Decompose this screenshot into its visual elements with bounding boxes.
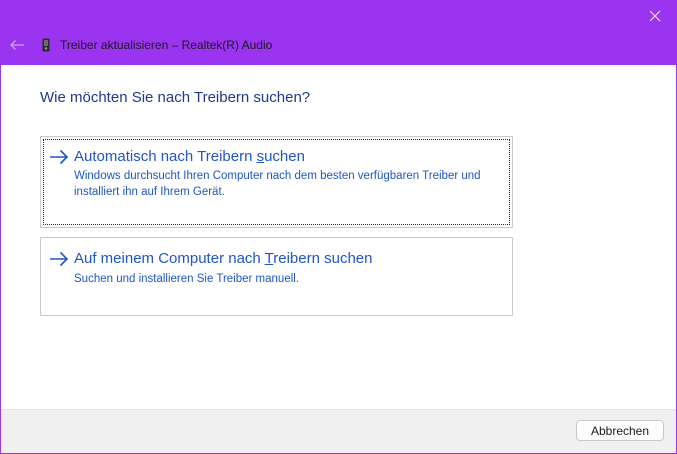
option-title: Auf meinem Computer nach Treibern suchen <box>74 250 373 267</box>
search-automatically-option[interactable]: Automatisch nach Treibern suchen Windows… <box>40 136 513 228</box>
page-heading: Wie möchten Sie nach Treibern suchen? <box>40 89 311 106</box>
dialog-footer: Abbrechen <box>1 409 676 453</box>
cancel-button[interactable]: Abbrechen <box>576 420 664 441</box>
arrow-right-icon <box>50 251 69 267</box>
browse-computer-option[interactable]: Auf meinem Computer nach Treibern suchen… <box>40 237 513 316</box>
title-bar: Treiber aktualisieren – Realtek(R) Audio <box>1 0 676 65</box>
option-description: Suchen und installieren Sie Treiber manu… <box>74 273 300 285</box>
close-button[interactable] <box>632 0 676 32</box>
arrow-right-icon <box>50 149 69 165</box>
back-button[interactable] <box>7 36 27 54</box>
option-description: Windows durchsucht Ihren Computer nach d… <box>74 170 481 198</box>
close-icon <box>649 10 661 22</box>
device-icon <box>41 38 51 52</box>
window-title: Treiber aktualisieren – Realtek(R) Audio <box>60 38 273 52</box>
driver-update-dialog: Treiber aktualisieren – Realtek(R) Audio… <box>0 0 677 454</box>
option-title: Automatisch nach Treibern suchen <box>74 148 305 165</box>
back-arrow-icon <box>10 40 24 50</box>
